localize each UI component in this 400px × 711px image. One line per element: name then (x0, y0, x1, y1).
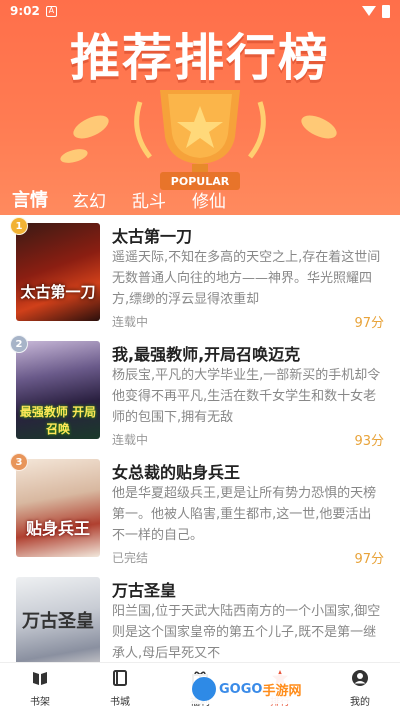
book-cover: 万古圣皇 (16, 577, 100, 662)
book-title: 我,最强教师,开局召唤迈克 (112, 345, 301, 364)
tab-xuanhuan[interactable]: 玄幻 (72, 187, 132, 212)
book-score: 93分 (354, 434, 384, 449)
book-status: 连载中 (112, 433, 149, 447)
book-item[interactable]: 2 最强教师 开局召唤 我,最强教师,开局召唤迈克 杨辰宝,平凡的大学毕业生,一… (0, 333, 400, 451)
book-description: 杨辰宝,平凡的大学毕业生,一部新买的手机却令他变得不再平凡,生活在数千女学生和数… (112, 368, 381, 425)
cover-title: 太古第一刀 (20, 283, 96, 301)
tab-yanqing[interactable]: 言情 (12, 186, 72, 212)
book-item[interactable]: 1 太古第一刀 太古第一刀 遥遥天际,不知在多高的天空之上,存在着这世间无数普通… (0, 215, 400, 333)
book-status: 连载中 (112, 315, 149, 329)
rank-badge: 2 (10, 335, 28, 353)
bookshelf-icon (33, 672, 47, 685)
watermark: GOGO 手游网 (188, 674, 318, 704)
book-item[interactable]: 万古圣皇 万古圣皇 阳兰国,位于天武大陆西南方的一个小国家,御空则是这个国家皇帝… (0, 569, 400, 662)
nav-bookstore[interactable]: 书城 (80, 663, 160, 711)
nav-label: 我的 (350, 697, 370, 708)
book-status: 已完结 (112, 551, 149, 565)
book-title: 女总裁的贴身兵王 (112, 463, 241, 482)
book-score: 97分 (354, 552, 384, 567)
wifi-icon (362, 6, 376, 16)
book-description: 他是华夏超级兵王,更是让所有势力恐惧的天榜第一。他被人陷害,重生都市,这一世,他… (112, 486, 377, 543)
book-description: 阳兰国,位于天武大陆西南方的一个小国家,御空则是这个国家皇帝的第五个儿子,既不是… (112, 604, 381, 661)
cover-title: 最强教师 开局召唤 (19, 405, 97, 436)
battery-icon (382, 4, 390, 18)
watermark-suffix: 手游网 (262, 683, 302, 699)
decor-leaf-icon (69, 110, 113, 144)
nav-label: 书城 (110, 697, 130, 708)
category-tabs: 言情 玄幻 乱斗 修仙 (0, 180, 400, 215)
book-title: 万古圣皇 (112, 581, 177, 600)
book-description: 遥遥天际,不知在多高的天空之上,存在着这世间无数普通人向往的地方——神界。华光照… (112, 250, 381, 307)
watermark-logo-icon (192, 677, 216, 701)
banner-title: 推荐排行榜 (70, 29, 330, 87)
book-cover: 最强教师 开局召唤 (16, 341, 100, 439)
book-list: 1 太古第一刀 太古第一刀 遥遥天际,不知在多高的天空之上,存在着这世间无数普通… (0, 215, 400, 662)
watermark-brand: GOGO (219, 681, 263, 697)
status-time: 9:02 (10, 4, 40, 18)
book-score: 97分 (354, 316, 384, 331)
header-banner: 9:02 A 推荐排行榜 POPULAR 言情 玄幻 乱斗 修仙 (0, 0, 400, 215)
tab-luandou[interactable]: 乱斗 (132, 187, 192, 212)
cover-title: 万古圣皇 (22, 611, 94, 632)
trophy-icon: POPULAR (134, 90, 266, 190)
rank-badge: 3 (10, 453, 28, 471)
book-cover: 贴身兵王 (16, 459, 100, 557)
tab-xiuxian[interactable]: 修仙 (192, 187, 252, 212)
book-icon (113, 670, 127, 686)
notification-icon: A (45, 5, 57, 17)
user-icon (352, 670, 368, 686)
decor-leaf-icon (297, 110, 341, 144)
nav-mine[interactable]: 我的 (320, 663, 400, 711)
nav-bookshelf[interactable]: 书架 (0, 663, 80, 711)
book-title: 太古第一刀 (112, 227, 193, 246)
book-cover: 太古第一刀 (16, 223, 100, 321)
decor-leaf-icon (58, 146, 90, 166)
rank-badge: 1 (10, 217, 28, 235)
cover-title: 贴身兵王 (25, 519, 90, 538)
nav-label: 书架 (30, 697, 50, 708)
book-item[interactable]: 3 贴身兵王 女总裁的贴身兵王 他是华夏超级兵王,更是让所有势力恐惧的天榜第一。… (0, 451, 400, 569)
